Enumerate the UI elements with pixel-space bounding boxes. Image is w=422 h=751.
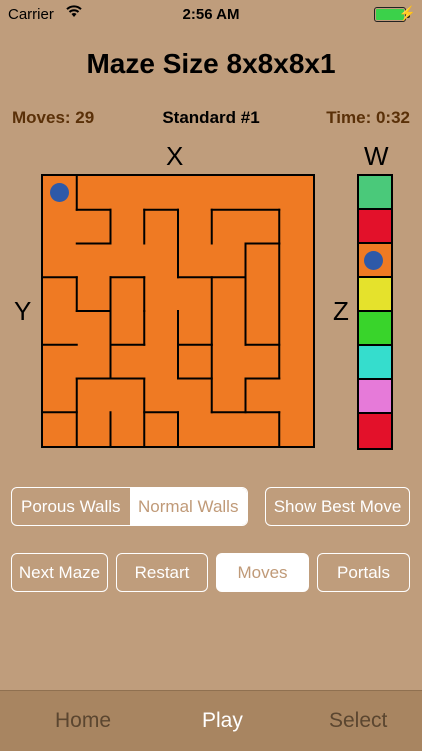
- page-title: Maze Size 8x8x8x1: [86, 48, 336, 79]
- w-level-cell[interactable]: [359, 414, 391, 448]
- w-level-cell[interactable]: [359, 210, 391, 244]
- restart-button[interactable]: Restart: [116, 553, 208, 592]
- tab-bar: Home Play Select: [0, 690, 422, 751]
- status-bar: Carrier 2:56 AM ⚡: [0, 0, 422, 28]
- portals-button[interactable]: Portals: [317, 553, 410, 592]
- moves-button[interactable]: Moves: [216, 553, 309, 592]
- tab-select[interactable]: Select: [329, 709, 387, 733]
- maze-grid[interactable]: [41, 174, 315, 448]
- axis-x-label: X: [166, 141, 184, 171]
- charging-icon: ⚡: [398, 5, 416, 21]
- axis-z-label: Z: [333, 296, 349, 326]
- w-position-ball: [364, 250, 383, 270]
- next-maze-button[interactable]: Next Maze: [11, 553, 108, 592]
- axis-y-label: Y: [14, 296, 32, 326]
- w-level-cell[interactable]: [359, 380, 391, 414]
- tab-play[interactable]: Play: [202, 709, 243, 733]
- w-level-cell[interactable]: [359, 278, 391, 312]
- w-level-cell[interactable]: [359, 176, 391, 210]
- axis-w-label: W: [364, 141, 389, 171]
- w-level-cell[interactable]: [359, 244, 391, 278]
- w-level-cell[interactable]: [359, 312, 391, 346]
- maze-walls: [43, 176, 281, 446]
- status-time: 2:56 AM: [182, 6, 240, 23]
- w-dimension-bar[interactable]: [357, 174, 393, 450]
- porous-walls-option[interactable]: Porous Walls: [12, 488, 130, 525]
- tab-home[interactable]: Home: [55, 709, 111, 733]
- normal-walls-option[interactable]: Normal Walls: [129, 488, 247, 525]
- show-best-move-button[interactable]: Show Best Move: [265, 487, 410, 526]
- wall-mode-segmented-control[interactable]: Porous Walls Normal Walls: [11, 487, 248, 526]
- w-level-cell[interactable]: [359, 346, 391, 380]
- elapsed-time: Time: 0:32: [326, 108, 410, 127]
